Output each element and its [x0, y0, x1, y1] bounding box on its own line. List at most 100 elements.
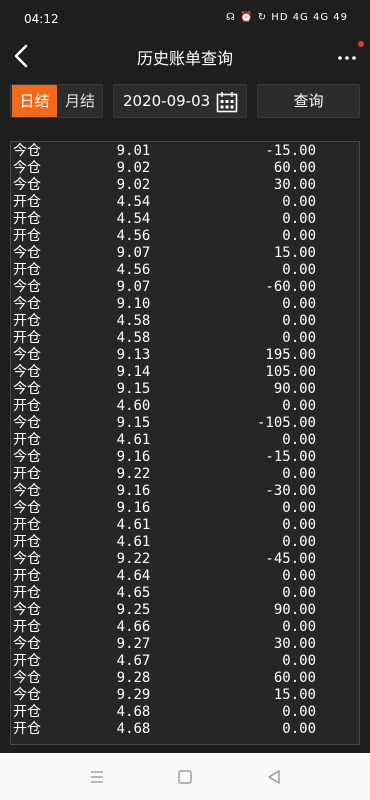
record-price: 4.56 — [116, 228, 151, 244]
record-price: 4.56 — [116, 262, 151, 278]
record-amount: 0.00 — [282, 228, 316, 244]
record-type: 开仓 — [13, 534, 41, 550]
record-row: 开仓 4.67 0.00 — [11, 653, 359, 670]
record-type: 今仓 — [13, 687, 41, 703]
record-amount: 0.00 — [282, 313, 316, 329]
record-type: 开仓 — [13, 466, 41, 482]
record-amount: 0.00 — [282, 619, 316, 635]
record-price: 4.65 — [116, 585, 151, 601]
record-price: 9.02 — [116, 160, 151, 176]
record-type: 开仓 — [13, 330, 41, 346]
record-type: 今仓 — [13, 160, 41, 176]
record-amount: 105.00 — [265, 364, 316, 380]
record-amount: 15.00 — [273, 687, 316, 703]
record-type: 开仓 — [13, 704, 41, 720]
record-amount: 30.00 — [273, 636, 316, 652]
record-amount: 0.00 — [282, 568, 316, 584]
header: 历史账单查询 — [0, 36, 370, 76]
record-type: 今仓 — [13, 279, 41, 295]
record-price: 4.61 — [116, 517, 151, 533]
status-icons: ☊ ⏰ ↻ HD 4G 4G 49 — [226, 12, 348, 23]
record-type: 开仓 — [13, 398, 41, 414]
record-type: 开仓 — [13, 721, 41, 737]
record-price: 9.07 — [116, 279, 151, 295]
record-type: 今仓 — [13, 483, 41, 499]
record-price: 4.61 — [116, 534, 151, 550]
record-price: 4.61 — [116, 432, 151, 448]
record-amount: 0.00 — [282, 466, 316, 482]
record-price: 9.10 — [116, 296, 151, 312]
record-row: 开仓 4.66 0.00 — [11, 619, 359, 636]
record-type: 今仓 — [13, 415, 41, 431]
record-price: 4.58 — [116, 313, 151, 329]
record-type: 今仓 — [13, 143, 41, 159]
calendar-icon[interactable] — [216, 91, 238, 113]
record-type: 今仓 — [13, 670, 41, 686]
record-row: 今仓 9.15 90.00 — [11, 381, 359, 398]
record-row: 今仓 9.29 15.00 — [11, 687, 359, 704]
record-type: 今仓 — [13, 347, 41, 363]
record-price: 9.29 — [116, 687, 151, 703]
record-amount: 0.00 — [282, 330, 316, 346]
record-amount: 0.00 — [282, 721, 316, 737]
back-triangle-icon[interactable] — [264, 767, 284, 787]
record-amount: 0.00 — [282, 517, 316, 533]
record-row: 开仓 4.61 0.00 — [11, 534, 359, 551]
record-price: 4.68 — [116, 704, 151, 720]
status-bar: 04:12 ☊ ⏰ ↻ HD 4G 4G 49 — [0, 0, 370, 36]
record-price: 9.22 — [116, 551, 151, 567]
record-price: 4.68 — [116, 721, 151, 737]
record-amount: 90.00 — [273, 381, 316, 397]
record-row: 今仓 9.15 -105.00 — [11, 415, 359, 432]
record-amount: 60.00 — [273, 670, 316, 686]
record-row: 今仓 9.07 15.00 — [11, 245, 359, 262]
record-type: 开仓 — [13, 194, 41, 210]
query-button[interactable]: 查询 — [257, 84, 360, 118]
record-price: 9.13 — [116, 347, 151, 363]
record-type: 今仓 — [13, 296, 41, 312]
record-type: 今仓 — [13, 551, 41, 567]
record-amount: 0.00 — [282, 653, 316, 669]
record-row: 今仓 9.10 0.00 — [11, 296, 359, 313]
record-row: 今仓 9.07 -60.00 — [11, 279, 359, 296]
record-type: 今仓 — [13, 500, 41, 516]
system-nav-bar — [0, 753, 370, 800]
record-price: 4.64 — [116, 568, 151, 584]
record-type: 今仓 — [13, 381, 41, 397]
record-row: 今仓 9.01 -15.00 — [11, 143, 359, 160]
record-row: 开仓 4.58 0.00 — [11, 313, 359, 330]
record-amount: 0.00 — [282, 398, 316, 414]
record-price: 4.67 — [116, 653, 151, 669]
record-price: 4.58 — [116, 330, 151, 346]
record-price: 4.54 — [116, 194, 151, 210]
record-type: 开仓 — [13, 568, 41, 584]
menu-icon[interactable] — [87, 767, 107, 787]
record-type: 开仓 — [13, 432, 41, 448]
record-type: 开仓 — [13, 619, 41, 635]
record-amount: 195.00 — [265, 347, 316, 363]
record-price: 9.16 — [116, 483, 151, 499]
tab-daily[interactable]: 日结 — [12, 85, 57, 117]
record-type: 今仓 — [13, 364, 41, 380]
more-dots-icon[interactable] — [336, 46, 358, 66]
record-row: 今仓 9.16 -30.00 — [11, 483, 359, 500]
record-type: 今仓 — [13, 636, 41, 652]
notification-dot — [358, 41, 364, 47]
record-price: 9.27 — [116, 636, 151, 652]
record-row: 今仓 9.25 90.00 — [11, 602, 359, 619]
bill-record-list[interactable]: 今仓 9.01 -15.00 今仓 9.02 60.00 今仓 9.02 30.00 开仓 4.54… — [10, 141, 360, 745]
record-row: 今仓 9.14 105.00 — [11, 364, 359, 381]
record-price: 9.16 — [116, 449, 151, 465]
record-amount: 0.00 — [282, 500, 316, 516]
home-square-icon[interactable] — [175, 767, 195, 787]
date-picker[interactable]: 2020-09-03 — [113, 84, 247, 118]
record-row: 开仓 4.60 0.00 — [11, 398, 359, 415]
page-title: 历史账单查询 — [136, 49, 233, 68]
record-row: 今仓 9.28 60.00 — [11, 670, 359, 687]
status-time: 04:12 — [24, 12, 59, 26]
record-price: 9.22 — [116, 466, 151, 482]
tab-monthly[interactable]: 月结 — [58, 85, 102, 117]
record-price: 4.66 — [116, 619, 151, 635]
record-price: 9.07 — [116, 245, 151, 261]
record-price: 9.16 — [116, 500, 151, 516]
